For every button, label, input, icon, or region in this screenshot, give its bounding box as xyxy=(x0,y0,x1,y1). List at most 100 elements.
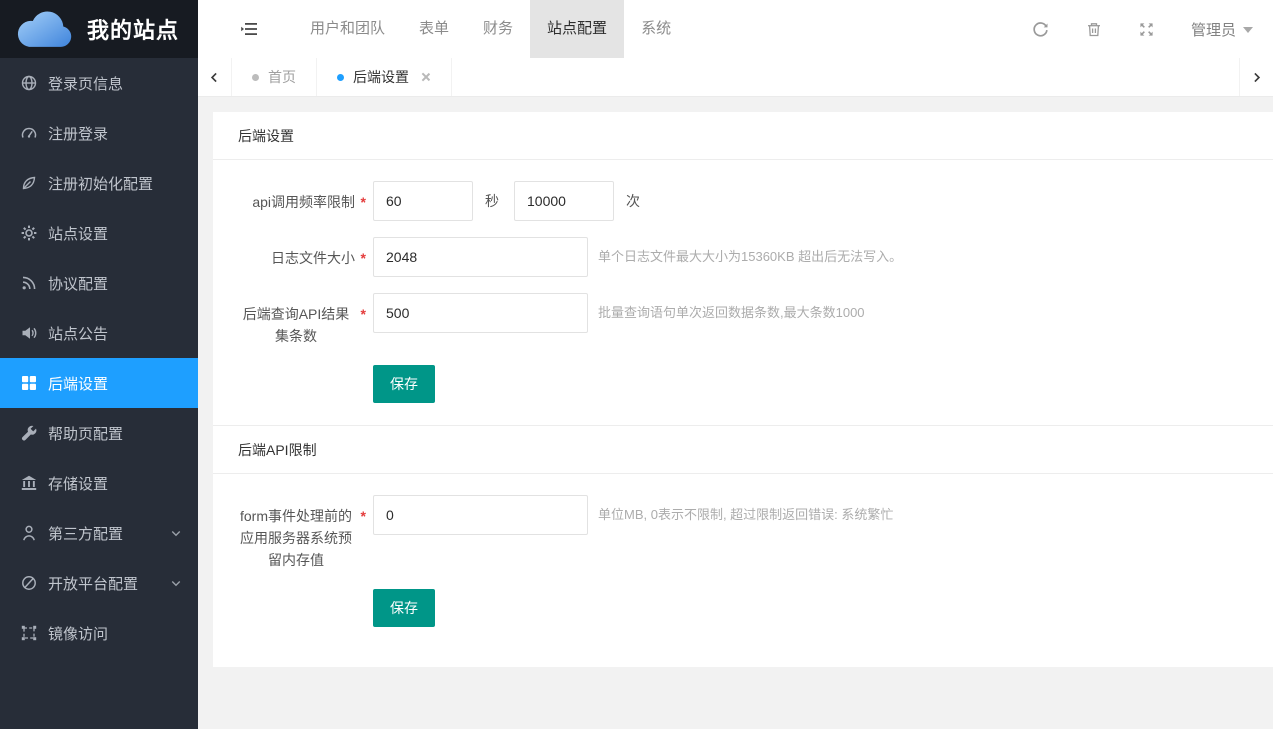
required-star: * xyxy=(361,191,366,213)
caret-down-icon xyxy=(1243,27,1253,33)
required-star: * xyxy=(361,303,366,325)
tab-backend-settings[interactable]: 后端设置 xyxy=(317,58,452,96)
mirror-icon xyxy=(20,625,37,642)
menu-fold-icon[interactable] xyxy=(241,21,258,37)
sidebar-item-mirror-access[interactable]: 镜像访问 xyxy=(0,608,198,658)
settings-card: 后端设置 api调用频率限制 * 秒 次 日志 xyxy=(213,112,1273,667)
tab-label: 后端设置 xyxy=(353,67,409,87)
trash-icon[interactable] xyxy=(1086,21,1102,38)
save-button[interactable]: 保存 xyxy=(373,365,435,403)
sidebar-item-register-login[interactable]: 注册登录 xyxy=(0,108,198,158)
admin-dropdown[interactable]: 管理员 xyxy=(1191,19,1253,40)
field-hint: 批量查询语句单次返回数据条数,最大条数1000 xyxy=(598,293,865,347)
api-rate-seconds-input[interactable] xyxy=(373,181,473,221)
backend-settings-form: api调用频率限制 * 秒 次 日志文件大小 * xyxy=(213,160,1273,403)
site-title: 我的站点 xyxy=(87,13,179,45)
section-title-backend-api-limit: 后端API限制 xyxy=(213,426,1273,474)
sidebar-item-label: 注册登录 xyxy=(48,123,108,144)
sidebar-item-register-init-config[interactable]: 注册初始化配置 xyxy=(0,158,198,208)
field-inputs: 秒 次 xyxy=(373,181,655,221)
sidebar-item-label: 注册初始化配置 xyxy=(48,173,153,194)
form-row-reserved-memory: form事件处理前的应用服务器系统预留内存值 * 单位MB, 0表示不限制, 超… xyxy=(213,495,1273,571)
topbar: 用户和团队 表单 财务 站点配置 系统 xyxy=(198,0,1273,58)
sidebar-item-label: 协议配置 xyxy=(48,273,108,294)
sidebar-item-label: 后端设置 xyxy=(48,373,108,394)
sidebar-item-backend-settings[interactable]: 后端设置 xyxy=(0,358,198,408)
admin-label: 管理员 xyxy=(1191,19,1236,40)
field-hint: 单个日志文件最大大小为15360KB 超出后无法写入。 xyxy=(598,237,902,277)
sidebar-item-label: 开放平台配置 xyxy=(48,573,138,594)
field-inputs: 批量查询语句单次返回数据条数,最大条数1000 xyxy=(373,293,865,347)
sidebar-item-label: 第三方配置 xyxy=(48,523,123,544)
log-file-size-input[interactable] xyxy=(373,237,588,277)
gauge-icon xyxy=(20,125,37,142)
chevron-down-icon xyxy=(170,527,182,539)
sidebar-item-help-page-config[interactable]: 帮助页配置 xyxy=(0,408,198,458)
sidebar-item-open-platform-config[interactable]: 开放平台配置 xyxy=(0,558,198,608)
sidebar-item-third-party-config[interactable]: 第三方配置 xyxy=(0,508,198,558)
tabbar-spacer xyxy=(452,58,1239,96)
tabs-scroll-right-button[interactable] xyxy=(1239,58,1273,96)
backend-api-limit-form: form事件处理前的应用服务器系统预留内存值 * 单位MB, 0表示不限制, 超… xyxy=(213,474,1273,627)
sidebar-item-label: 镜像访问 xyxy=(48,623,108,644)
api-rate-count-input[interactable] xyxy=(514,181,614,221)
gear-icon xyxy=(20,225,37,242)
tab-bar: 首页 后端设置 xyxy=(198,58,1273,97)
topnav-system[interactable]: 系统 xyxy=(624,0,688,58)
topnav-finance[interactable]: 财务 xyxy=(466,0,530,58)
sidebar-item-label: 帮助页配置 xyxy=(48,423,123,444)
top-nav: 用户和团队 表单 财务 站点配置 系统 xyxy=(293,0,688,58)
required-star: * xyxy=(361,505,366,527)
sidebar-menu: 登录页信息 注册登录 注册初始化配置 xyxy=(0,58,198,729)
bank-icon xyxy=(20,475,37,492)
globe-icon xyxy=(20,75,37,92)
field-inputs: 单位MB, 0表示不限制, 超过限制返回错误: 系统繁忙 xyxy=(373,495,893,571)
wrench-icon xyxy=(20,425,37,442)
sidebar-item-label: 存储设置 xyxy=(48,473,108,494)
slash-circle-icon xyxy=(20,575,37,592)
expand-icon[interactable] xyxy=(1139,22,1154,37)
tab-status-dot xyxy=(337,74,344,81)
section-title-backend-settings: 后端设置 xyxy=(213,112,1273,160)
tab-home[interactable]: 首页 xyxy=(232,58,317,96)
sidebar-item-login-page-info[interactable]: 登录页信息 xyxy=(0,58,198,108)
content-area: 后端设置 api调用频率限制 * 秒 次 日志 xyxy=(198,97,1273,729)
topnav-site-config[interactable]: 站点配置 xyxy=(530,0,624,58)
logo-area[interactable]: 我的站点 xyxy=(0,0,198,58)
rss-icon xyxy=(20,275,37,292)
sidebar: 我的站点 登录页信息 注册登录 注册初 xyxy=(0,0,198,729)
sidebar-item-label: 登录页信息 xyxy=(48,73,123,94)
required-star: * xyxy=(361,247,366,269)
save-row: 保存 xyxy=(373,589,1273,627)
field-label: api调用频率限制 * xyxy=(213,181,368,221)
reserved-memory-input[interactable] xyxy=(373,495,588,535)
field-label: 日志文件大小 * xyxy=(213,237,368,277)
refresh-icon[interactable] xyxy=(1032,21,1049,38)
topbar-right: 管理员 xyxy=(995,19,1273,40)
unit-times: 次 xyxy=(626,181,640,221)
main-area: 用户和团队 表单 财务 站点配置 系统 xyxy=(198,0,1273,729)
tab-label: 首页 xyxy=(268,67,296,87)
save-row: 保存 xyxy=(373,365,1273,403)
topnav-users-teams[interactable]: 用户和团队 xyxy=(293,0,402,58)
sidebar-item-storage-settings[interactable]: 存储设置 xyxy=(0,458,198,508)
api-result-count-input[interactable] xyxy=(373,293,588,333)
grid-icon xyxy=(20,375,37,392)
form-row-api-result-count: 后端查询API结果集条数 * 批量查询语句单次返回数据条数,最大条数1000 xyxy=(213,293,1273,347)
sidebar-item-label: 站点设置 xyxy=(48,223,108,244)
card-bottom-padding xyxy=(213,649,1273,667)
save-button[interactable]: 保存 xyxy=(373,589,435,627)
speaker-icon xyxy=(20,325,37,342)
chevron-down-icon xyxy=(170,577,182,589)
unit-seconds: 秒 xyxy=(485,181,499,221)
tabs-scroll-left-button[interactable] xyxy=(198,58,232,96)
form-row-log-file-size: 日志文件大小 * 单个日志文件最大大小为15360KB 超出后无法写入。 xyxy=(213,237,1273,277)
sidebar-item-protocol-config[interactable]: 协议配置 xyxy=(0,258,198,308)
topnav-forms[interactable]: 表单 xyxy=(402,0,466,58)
field-label: 后端查询API结果集条数 * xyxy=(213,293,368,347)
sidebar-item-site-settings[interactable]: 站点设置 xyxy=(0,208,198,258)
tab-status-dot xyxy=(252,74,259,81)
sidebar-item-site-announcement[interactable]: 站点公告 xyxy=(0,308,198,358)
person-icon xyxy=(20,525,37,542)
close-icon[interactable] xyxy=(419,71,431,83)
